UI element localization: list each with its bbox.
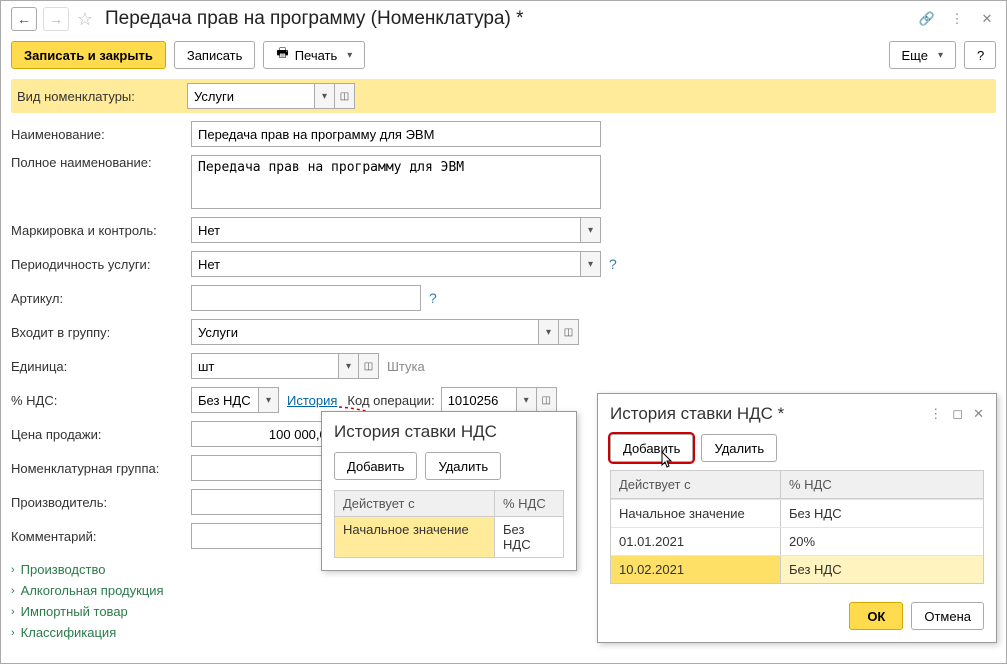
kind-combo[interactable]: ▾ ◫ [187,83,355,109]
unit-combo[interactable]: ▾ ◫ [191,353,379,379]
dropdown-icon[interactable]: ▾ [338,354,358,378]
vat-label: % НДС: [11,393,191,408]
maximize-icon[interactable]: ◻ [952,406,963,422]
dropdown-icon[interactable]: ▾ [580,252,600,276]
dialog-add-button[interactable]: Добавить [610,434,693,462]
producer-label: Производитель: [11,495,191,510]
vat-history-popover: История ставки НДС Добавить Удалить Дейс… [321,411,577,571]
name-label: Наименование: [11,127,191,142]
periodicity-label: Периодичность услуги: [11,257,191,272]
help-button[interactable]: ? [964,41,996,69]
popover-delete-button[interactable]: Удалить [425,452,501,480]
open-icon[interactable]: ◫ [358,354,378,378]
periodicity-combo[interactable]: ▾ [191,251,601,277]
kebab-menu-icon[interactable]: ⋮ [948,10,966,28]
op-code-combo[interactable]: ▾ ◫ [441,387,557,413]
full-name-label: Полное наименование: [11,155,191,170]
open-icon[interactable]: ◫ [334,84,354,108]
dropdown-icon[interactable]: ▾ [516,388,536,412]
group-combo[interactable]: ▾ ◫ [191,319,579,345]
op-code-label: Код операции: [347,393,434,408]
dropdown-icon[interactable]: ▾ [314,84,334,108]
chevron-right-icon: › [11,564,15,576]
dropdown-icon[interactable]: ▾ [580,218,600,242]
table-header: % НДС [781,471,983,499]
history-link[interactable]: История [287,393,337,408]
comment-label: Комментарий: [11,529,191,544]
marking-label: Маркировка и контроль: [11,223,191,238]
popover-table: Действует с % НДС Начальное значение Без… [334,490,564,558]
kind-input[interactable] [188,84,314,108]
open-icon[interactable]: ◫ [536,388,556,412]
periodicity-input[interactable] [192,252,580,276]
help-hint-icon[interactable]: ? [609,256,617,272]
popover-add-button[interactable]: Добавить [334,452,417,480]
close-icon[interactable]: ✕ [978,10,996,28]
chevron-right-icon: › [11,606,15,618]
dialog-cancel-button[interactable]: Отмена [911,602,984,630]
open-icon[interactable]: ◫ [558,320,578,344]
op-code-input[interactable] [442,388,516,412]
unit-full-text: Штука [387,359,425,374]
save-and-close-button[interactable]: Записать и закрыть [11,41,166,69]
article-input[interactable] [191,285,421,311]
popover-title: История ставки НДС [334,422,564,442]
dialog-title: История ставки НДС * [610,404,784,424]
more-button[interactable]: Еще [889,41,956,69]
group-label: Входит в группу: [11,325,191,340]
table-header: % НДС [495,491,563,517]
nom-group-input[interactable] [192,456,338,480]
help-hint-icon[interactable]: ? [429,290,437,306]
kebab-menu-icon[interactable]: ⋮ [929,406,942,422]
nom-group-label: Номенклатурная группа: [11,461,191,476]
comment-input[interactable] [191,523,341,549]
table-row[interactable]: Начальное значение Без НДС [611,500,983,528]
favorite-star-icon[interactable]: ☆ [75,9,95,29]
table-header: Действует с [611,471,781,499]
forward-button[interactable]: → [43,7,69,31]
unit-label: Единица: [11,359,191,374]
chevron-right-icon: › [11,627,15,639]
price-input[interactable] [191,421,341,447]
dropdown-icon[interactable]: ▾ [538,320,558,344]
table-row[interactable]: Начальное значение Без НДС [335,517,563,557]
group-input[interactable] [192,320,538,344]
close-icon[interactable]: ✕ [973,406,984,422]
dialog-ok-button[interactable]: ОК [849,602,903,630]
marking-input[interactable] [192,218,580,242]
producer-input[interactable] [192,490,338,514]
price-label: Цена продажи: [11,427,191,442]
table-header: Действует с [335,491,495,517]
table-row[interactable]: 01.01.2021 20% [611,528,983,556]
dialog-delete-button[interactable]: Удалить [701,434,777,462]
marking-combo[interactable]: ▾ [191,217,601,243]
chevron-right-icon: › [11,585,15,597]
nom-group-combo[interactable] [191,455,339,481]
table-row[interactable]: 10.02.2021 Без НДС [611,556,983,583]
dialog-table: Действует с % НДС Начальное значение Без… [610,470,984,584]
print-button[interactable]: Печать [263,41,365,69]
vat-combo[interactable]: ▾ [191,387,279,413]
kind-label: Вид номенклатуры: [17,89,187,104]
printer-icon [276,44,288,66]
unit-input[interactable] [192,354,338,378]
back-button[interactable]: ← [11,7,37,31]
full-name-textarea[interactable]: Передача прав на программу для ЭВМ [191,155,601,209]
producer-combo[interactable] [191,489,339,515]
dropdown-icon[interactable]: ▾ [258,388,278,412]
name-input[interactable] [191,121,601,147]
page-title: Передача прав на программу (Номенклатура… [105,8,524,30]
article-label: Артикул: [11,291,191,306]
vat-input[interactable] [192,388,258,412]
link-icon[interactable] [918,10,936,28]
vat-history-dialog: История ставки НДС * ⋮ ◻ ✕ Добавить Удал… [597,393,997,643]
save-button[interactable]: Записать [174,41,256,69]
